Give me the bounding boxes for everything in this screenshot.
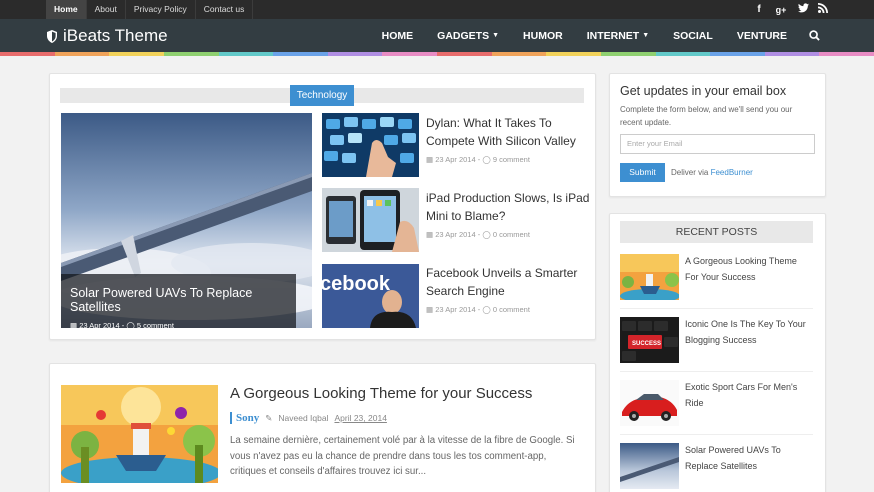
color-stripe bbox=[0, 52, 874, 56]
calendar-icon: ▦ bbox=[426, 305, 434, 314]
nav-internet[interactable]: INTERNET ▼ bbox=[575, 19, 661, 52]
top-link-privacy[interactable]: Privacy Policy bbox=[126, 0, 196, 19]
nav-venture[interactable]: VENTURE bbox=[725, 19, 799, 52]
side-post-title[interactable]: Facebook Unveils a Smarter Search Engine bbox=[426, 264, 596, 300]
main-nav: HOME GADGETS ▼ HUMOR INTERNET ▼ SOCIAL VEN… bbox=[370, 19, 824, 52]
recent-post-title[interactable]: Exotic Sport Cars For Men's Ride bbox=[685, 380, 813, 411]
top-links: Home About Privacy Policy Contact us bbox=[46, 0, 254, 19]
featured-main-title[interactable]: Solar Powered UAVs To Replace Satellites bbox=[70, 286, 287, 314]
side-post-meta: ▦ 23 Apr 2014 - ◯ 9 comment bbox=[426, 155, 530, 164]
color-stripe-segment bbox=[491, 52, 547, 56]
divider bbox=[620, 434, 813, 435]
recent-post-thumb[interactable] bbox=[620, 254, 679, 300]
calendar-icon: ▦ bbox=[426, 155, 434, 164]
side-post-thumb[interactable]: cebook bbox=[322, 264, 419, 328]
color-stripe-segment bbox=[327, 52, 383, 56]
site-title: iBeats Theme bbox=[63, 26, 168, 45]
twitter-icon[interactable] bbox=[798, 3, 809, 16]
main-header: iBeats Theme HOME GADGETS ▼ HUMOR INTERNE… bbox=[0, 19, 874, 52]
side-post-meta: ▦ 23 Apr 2014 - ◯ 0 comment bbox=[426, 305, 530, 314]
color-stripe-segment bbox=[655, 52, 711, 56]
post-meta: Sony ✎ Naveed Iqbal April 23, 2014 bbox=[230, 412, 387, 424]
color-stripe-segment bbox=[600, 52, 656, 56]
google-plus-icon[interactable]: g+ bbox=[774, 5, 788, 15]
post-excerpt: La semaine dernière, certainement volé p… bbox=[230, 435, 575, 477]
post-image[interactable] bbox=[61, 385, 218, 483]
color-stripe-segment bbox=[546, 52, 601, 56]
recent-post-thumb[interactable] bbox=[620, 443, 679, 489]
side-post-thumb[interactable] bbox=[322, 188, 419, 252]
facebook-image-text: cebook bbox=[322, 273, 391, 295]
subscribe-title: Get updates in your email box bbox=[620, 84, 787, 98]
shield-icon bbox=[47, 29, 57, 43]
recent-post-thumb[interactable] bbox=[620, 380, 679, 426]
color-stripe-segment bbox=[218, 52, 274, 56]
subscribe-description: Complete the form below, and we'll send … bbox=[620, 105, 793, 127]
caret-down-icon: ▼ bbox=[492, 32, 500, 39]
calendar-icon: ▦ bbox=[70, 321, 78, 330]
nav-gadgets[interactable]: GADGETS ▼ bbox=[425, 19, 511, 52]
post-title[interactable]: A Gorgeous Looking Theme for your Succes… bbox=[230, 385, 532, 402]
recent-post-title[interactable]: A Gorgeous Looking Theme For Your Succes… bbox=[685, 254, 813, 285]
color-stripe-segment bbox=[710, 52, 765, 56]
color-stripe-segment bbox=[764, 52, 820, 56]
color-stripe-segment bbox=[273, 52, 328, 56]
color-stripe-segment bbox=[437, 52, 492, 56]
key-text: SUCCESS bbox=[632, 341, 661, 347]
caret-down-icon: ▼ bbox=[642, 32, 650, 39]
calendar-icon: ▦ bbox=[426, 230, 434, 239]
search-icon bbox=[809, 30, 820, 41]
side-post-title[interactable]: iPad Production Slows, Is iPad Mini to B… bbox=[426, 189, 596, 225]
post-author[interactable]: Naveed Iqbal bbox=[278, 413, 328, 423]
rss-icon[interactable] bbox=[818, 3, 828, 16]
color-stripe-segment bbox=[109, 52, 164, 56]
social-icons: f g+ bbox=[754, 0, 828, 19]
divider bbox=[620, 371, 813, 372]
comment-icon: ◯ bbox=[482, 305, 491, 314]
recent-post-title[interactable]: Iconic One Is The Key To Your Blogging S… bbox=[685, 317, 813, 348]
color-stripe-segment bbox=[382, 52, 437, 56]
top-link-contact[interactable]: Contact us bbox=[196, 0, 254, 19]
site-logo[interactable]: iBeats Theme bbox=[47, 26, 168, 46]
side-post-meta: ▦ 23 Apr 2014 - ◯ 0 comment bbox=[426, 230, 530, 239]
nav-humor[interactable]: HUMOR bbox=[511, 19, 575, 52]
top-link-home[interactable]: Home bbox=[46, 0, 87, 19]
featured-main-meta: ▦ 23 Apr 2014 - ◯ 5 comment bbox=[70, 321, 174, 330]
color-stripe-segment bbox=[163, 52, 219, 56]
comment-icon: ◯ bbox=[482, 155, 491, 164]
top-bar: Home About Privacy Policy Contact us f g… bbox=[0, 0, 874, 19]
recent-post-thumb[interactable]: SUCCESS bbox=[620, 317, 679, 363]
divider bbox=[620, 308, 813, 309]
post-category[interactable]: Sony bbox=[230, 412, 259, 424]
color-stripe-segment bbox=[54, 52, 110, 56]
search-button[interactable] bbox=[799, 19, 824, 52]
color-stripe-segment bbox=[0, 52, 55, 56]
nav-home[interactable]: HOME bbox=[370, 19, 426, 52]
category-label[interactable]: Technology bbox=[290, 85, 354, 106]
top-link-about[interactable]: About bbox=[87, 0, 126, 19]
comment-icon: ◯ bbox=[482, 230, 491, 239]
nav-social[interactable]: SOCIAL bbox=[661, 19, 725, 52]
recent-posts-heading: RECENT POSTS bbox=[620, 221, 813, 243]
post-date[interactable]: April 23, 2014 bbox=[334, 413, 386, 423]
submit-button[interactable]: Submit bbox=[620, 163, 665, 182]
recent-post-title[interactable]: Solar Powered UAVs To Replace Satellites bbox=[685, 443, 813, 474]
side-post-thumb[interactable] bbox=[322, 113, 419, 177]
facebook-icon[interactable]: f bbox=[754, 4, 764, 15]
feedburner-link[interactable]: FeedBurner bbox=[711, 168, 753, 177]
edit-icon: ✎ bbox=[265, 412, 273, 423]
comment-icon: ◯ bbox=[126, 321, 135, 330]
deliver-via: Deliver via FeedBurner bbox=[671, 168, 753, 177]
featured-main-caption[interactable]: Solar Powered UAVs To Replace Satellites… bbox=[61, 274, 296, 330]
color-stripe-segment bbox=[819, 52, 874, 56]
side-post-title[interactable]: Dylan: What It Takes To Compete With Sil… bbox=[426, 114, 596, 150]
email-field[interactable]: Enter your Email bbox=[620, 134, 815, 154]
